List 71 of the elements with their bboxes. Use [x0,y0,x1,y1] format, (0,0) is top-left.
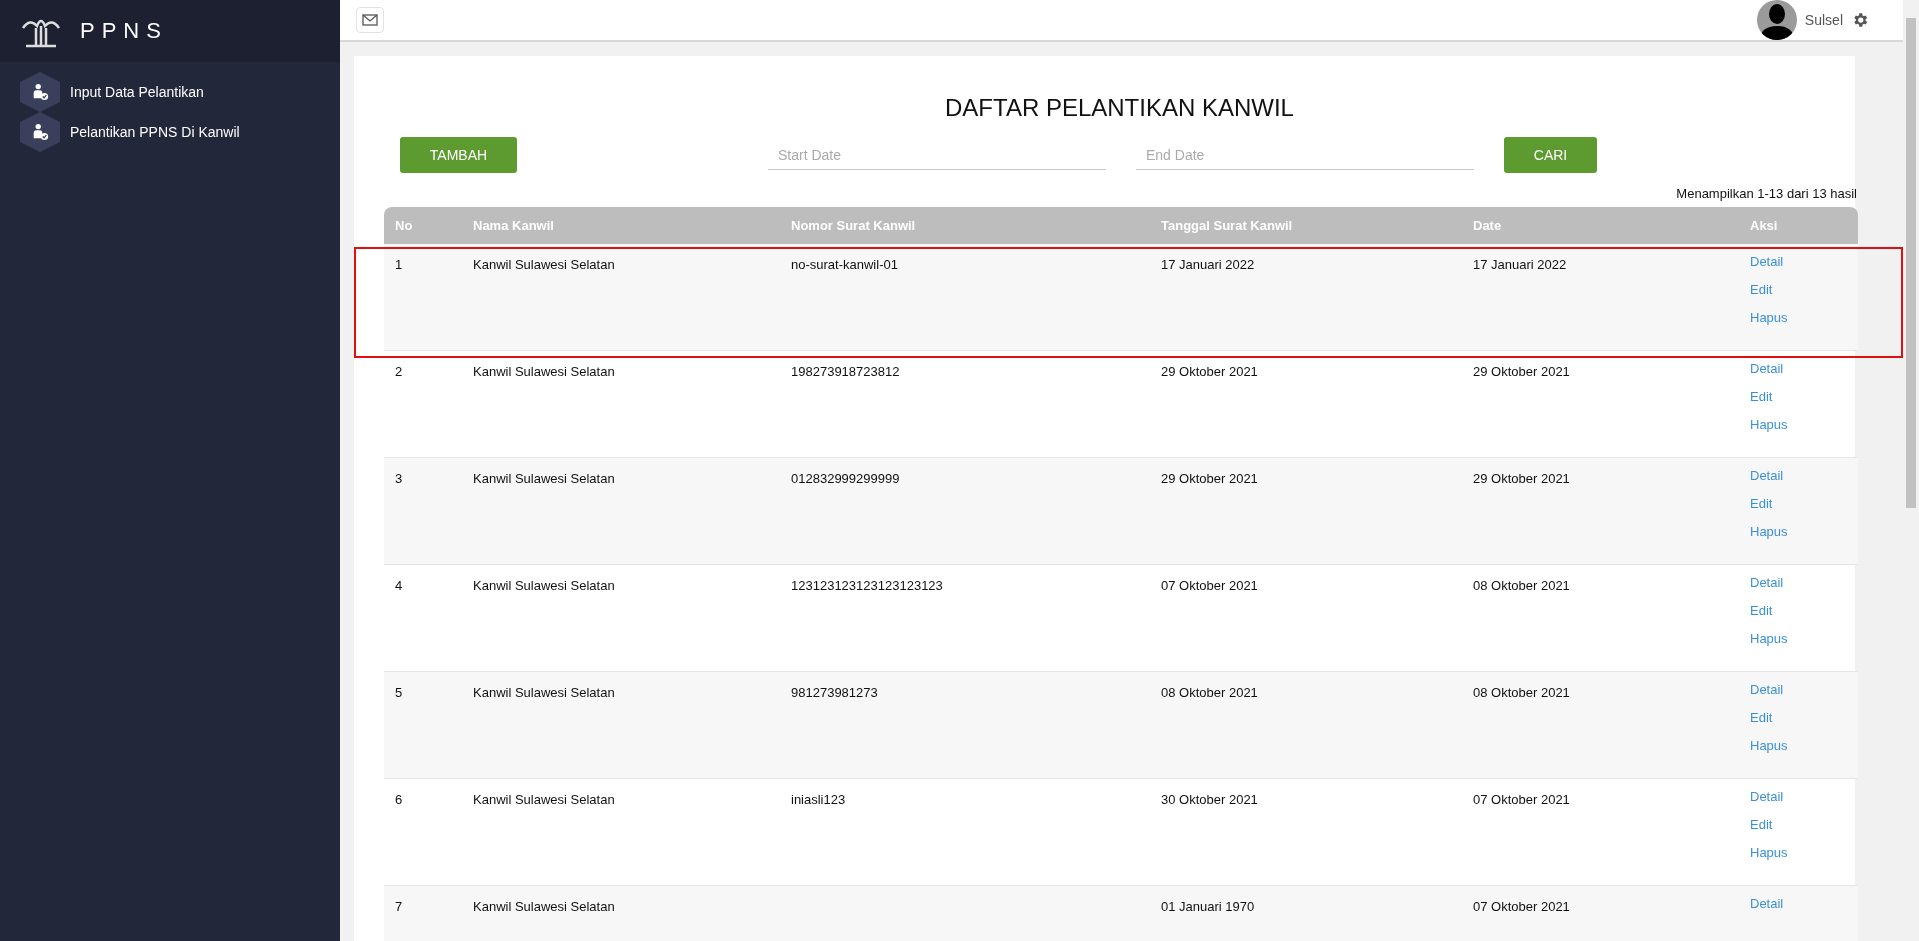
column-header: Date [1472,218,1503,233]
table-cell: 012832999299999 [791,471,900,486]
table-cell: 07 Oktober 2021 [1161,578,1258,593]
action-link[interactable]: Detail [1750,575,1784,590]
table-cell: 3 [395,471,403,486]
table-cell: 29 Oktober 2021 [1161,471,1258,486]
action-link[interactable]: Edit [1750,710,1773,725]
column-header: Nomor Surat Kanwil [790,218,917,233]
table-cell: 08 Oktober 2021 [1473,578,1570,593]
table-cell: Kanwil Sulawesi Selatan [473,471,615,486]
table-cell: 29 Oktober 2021 [1473,471,1570,486]
table-cell: Kanwil Sulawesi Selatan [473,792,615,807]
table-cell: Kanwil Sulawesi Selatan [473,685,615,700]
table-cell: Kanwil Sulawesi Selatan [473,364,615,379]
table-cell: 30 Oktober 2021 [1161,792,1258,807]
table-cell: 981273981273 [791,685,878,700]
table-cell: 17 Januari 2022 [1473,257,1567,272]
table-cell: 07 Oktober 2021 [1473,899,1570,914]
search-button[interactable]: CARI [1504,137,1597,173]
column-header: Nama Kanwil [472,218,555,233]
action-link[interactable]: Detail [1750,468,1784,483]
column-header: Tanggal Surat Kanwil [1160,218,1294,233]
table-cell: 08 Oktober 2021 [1473,685,1570,700]
table-cell: 1 [395,257,403,272]
brand-name: PPNS [80,18,168,44]
action-link[interactable]: Detail [1750,789,1784,804]
table-cell: Kanwil Sulawesi Selatan [473,899,615,914]
result-summary: Menampilkan 1-13 dari 13 hasil [1676,186,1857,201]
action-link[interactable]: Hapus [1750,845,1788,860]
add-button[interactable]: TAMBAH [400,137,517,173]
table-cell: no-surat-kanwil-01 [791,257,898,272]
table-cell: Kanwil Sulawesi Selatan [473,578,615,593]
page-title: DAFTAR PELANTIKAN KANWIL [944,94,1295,122]
mail-icon [362,14,378,26]
action-link[interactable]: Detail [1750,361,1784,376]
scrollbar-thumb[interactable] [1906,18,1916,508]
action-link[interactable]: Edit [1750,389,1773,404]
table-cell: 198273918723812 [791,364,900,379]
table-cell: 2 [395,364,403,379]
sidebar-item[interactable]: Pelantikan PPNS Di Kanwil [0,112,340,152]
table-cell: Kanwil Sulawesi Selatan [473,257,615,272]
table-cell: 08 Oktober 2021 [1161,685,1258,700]
action-link[interactable]: Edit [1750,496,1773,511]
avatar-icon[interactable] [1756,0,1797,40]
table-cell: 17 Januari 2022 [1161,257,1255,272]
table-cell: 07 Oktober 2021 [1473,792,1570,807]
table-cell: 29 Oktober 2021 [1473,364,1570,379]
table-cell: 123123123123123123123 [791,578,943,593]
action-link[interactable]: Edit [1750,603,1773,618]
table-cell: 4 [395,578,403,593]
table-cell: iniasli123 [791,792,846,807]
action-link[interactable]: Detail [1750,254,1784,269]
table-cell: 6 [395,792,403,807]
action-link[interactable]: Hapus [1750,310,1788,325]
table-cell: 01 Januari 1970 [1161,899,1255,914]
action-link[interactable]: Hapus [1750,738,1788,753]
sidebar-item[interactable]: Input Data Pelantikan [0,72,340,112]
action-link[interactable]: Hapus [1750,631,1788,646]
action-link[interactable]: Hapus [1750,524,1788,539]
table-cell: 7 [395,899,403,914]
action-link[interactable]: Hapus [1750,417,1788,432]
mail-button[interactable] [356,7,384,33]
action-link[interactable]: Edit [1750,817,1773,832]
table-cell: 5 [395,685,403,700]
column-header: No [394,218,414,233]
action-link[interactable]: Detail [1750,682,1784,697]
action-link[interactable]: Detail [1750,896,1784,911]
user-name: Sulsel [1804,12,1843,28]
action-link[interactable]: Edit [1750,282,1773,297]
column-header: Aksi [1749,218,1779,233]
table-cell: 29 Oktober 2021 [1161,364,1258,379]
